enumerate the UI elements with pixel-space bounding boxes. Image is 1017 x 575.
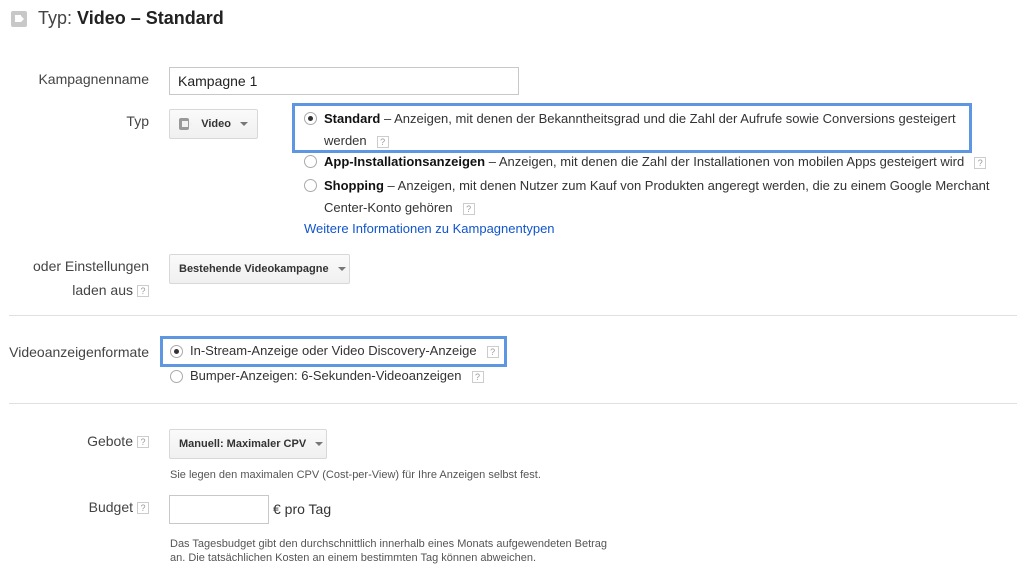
standard-option-text[interactable]: Standard – Anzeigen, mit denen der Bekan… [324, 108, 956, 130]
help-icon[interactable]: ? [471, 370, 484, 383]
type-dropdown[interactable]: Video [169, 109, 258, 139]
help-icon[interactable]: ? [486, 345, 499, 358]
instream-radio[interactable] [170, 345, 183, 358]
page-title: Typ: Video – Standard [38, 8, 224, 29]
budget-label-text: Budget [88, 499, 133, 515]
chevron-down-icon [337, 267, 346, 271]
bumper-option-label: Bumper-Anzeigen: 6-Sekunden-Videoanzeige… [190, 368, 462, 383]
standard-radio[interactable] [304, 112, 317, 125]
load-settings-label-text: laden aus [72, 282, 133, 298]
app-install-option-desc: – Anzeigen, mit denen die Zahl der Insta… [485, 154, 965, 169]
shopping-radio[interactable] [304, 179, 317, 192]
help-icon[interactable]: ? [974, 156, 987, 169]
campaign-name-input[interactable] [169, 67, 519, 95]
type-dropdown-value: Video [201, 118, 231, 130]
bids-label: Gebote? [0, 433, 149, 449]
chevron-down-icon [315, 442, 324, 446]
instream-option-label: In-Stream-Anzeige oder Video Discovery-A… [190, 343, 477, 358]
bids-dropdown[interactable]: Manuell: Maximaler CPV [169, 429, 327, 459]
shopping-option-desc-line2: Center-Konto gehören? [324, 197, 475, 219]
shopping-option-desc-cont: Center-Konto gehören [324, 200, 453, 215]
app-install-option-text[interactable]: App-Installationsanzeigen – Anzeigen, mi… [324, 151, 987, 173]
chevron-down-icon [240, 122, 248, 126]
app-install-radio[interactable] [304, 155, 317, 168]
help-icon[interactable]: ? [376, 135, 389, 148]
load-settings-label-line2: laden aus? [0, 282, 149, 298]
standard-option-title: Standard [324, 111, 381, 126]
load-settings-dropdown[interactable]: Bestehende Videokampagne [169, 254, 350, 284]
help-icon[interactable]: ? [137, 285, 149, 298]
ad-formats-label: Videoanzeigenformate [9, 344, 149, 360]
bumper-radio[interactable] [170, 370, 183, 383]
shopping-option-title: Shopping [324, 178, 384, 193]
section-divider [9, 403, 1017, 404]
video-campaign-icon [11, 11, 27, 27]
help-icon[interactable]: ? [137, 502, 149, 515]
standard-option-desc: – Anzeigen, mit denen der Bekanntheitsgr… [380, 111, 956, 126]
help-icon[interactable]: ? [462, 202, 475, 215]
instream-option-text[interactable]: In-Stream-Anzeige oder Video Discovery-A… [190, 340, 499, 362]
bumper-option-text[interactable]: Bumper-Anzeigen: 6-Sekunden-Videoanzeige… [190, 365, 484, 387]
campaign-types-info-link[interactable]: Weitere Informationen zu Kampagnentypen [304, 221, 555, 236]
page-title-prefix: Typ: [38, 8, 73, 28]
standard-option-desc-line2: werden? [324, 130, 389, 152]
app-install-option-title: App-Installationsanzeigen [324, 154, 486, 169]
budget-unit: € pro Tag [273, 501, 332, 517]
video-icon [179, 118, 193, 130]
shopping-option-text[interactable]: Shopping – Anzeigen, mit denen Nutzer zu… [324, 175, 990, 197]
section-divider [9, 315, 1017, 316]
bids-dropdown-value: Manuell: Maximaler CPV [179, 438, 307, 450]
budget-label: Budget? [0, 499, 149, 515]
shopping-option-desc: – Anzeigen, mit denen Nutzer zum Kauf vo… [383, 178, 990, 193]
standard-option-desc-cont: werden [324, 133, 367, 148]
load-settings-label-line1: oder Einstellungen [33, 258, 149, 274]
campaign-name-label: Kampagnenname [38, 71, 149, 87]
bids-note: Sie legen den maximalen CPV (Cost-per-Vi… [170, 469, 541, 481]
budget-note-line1: Das Tagesbudget gibt den durchschnittlic… [170, 538, 608, 550]
page-title-value: Video – Standard [77, 8, 224, 28]
type-label: Typ [126, 113, 149, 129]
budget-note-line2: an. Die tatsächlichen Kosten an einem be… [170, 552, 537, 564]
budget-input[interactable] [169, 495, 269, 524]
bids-label-text: Gebote [87, 433, 133, 449]
help-icon[interactable]: ? [137, 436, 149, 449]
load-settings-dropdown-value: Bestehende Videokampagne [179, 263, 329, 275]
